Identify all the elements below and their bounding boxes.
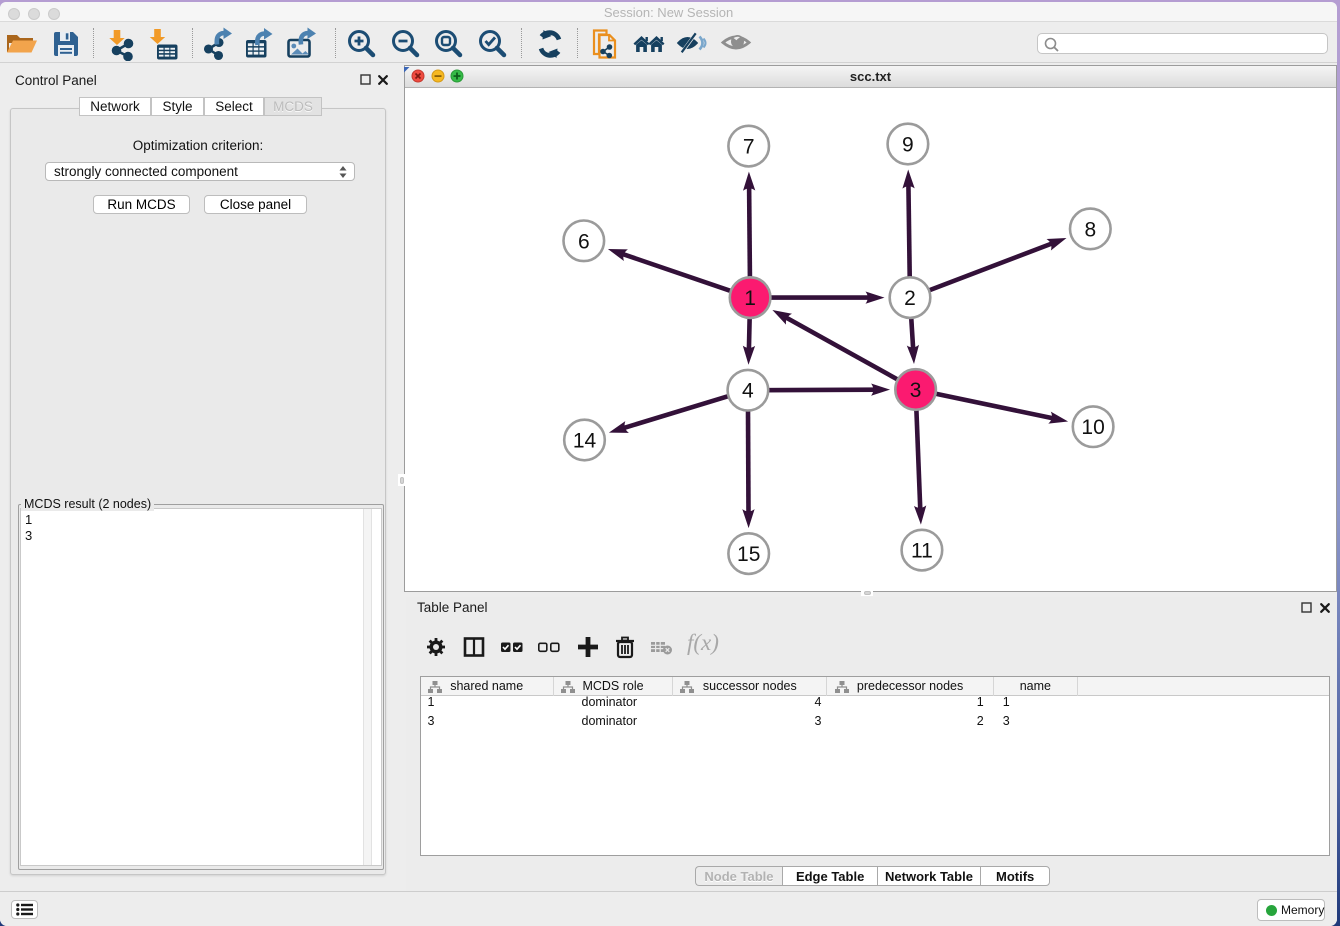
svg-text:9: 9 [902,134,914,157]
svg-text:7: 7 [743,136,755,159]
svg-text:11: 11 [911,540,933,563]
svg-text:15: 15 [737,543,760,566]
svg-text:14: 14 [573,430,597,453]
svg-text:10: 10 [1081,416,1104,439]
svg-text:8: 8 [1084,218,1096,241]
svg-text:6: 6 [578,230,590,253]
svg-text:1: 1 [744,287,756,310]
svg-text:3: 3 [910,379,922,402]
svg-text:2: 2 [904,287,916,310]
svg-text:4: 4 [742,380,754,403]
